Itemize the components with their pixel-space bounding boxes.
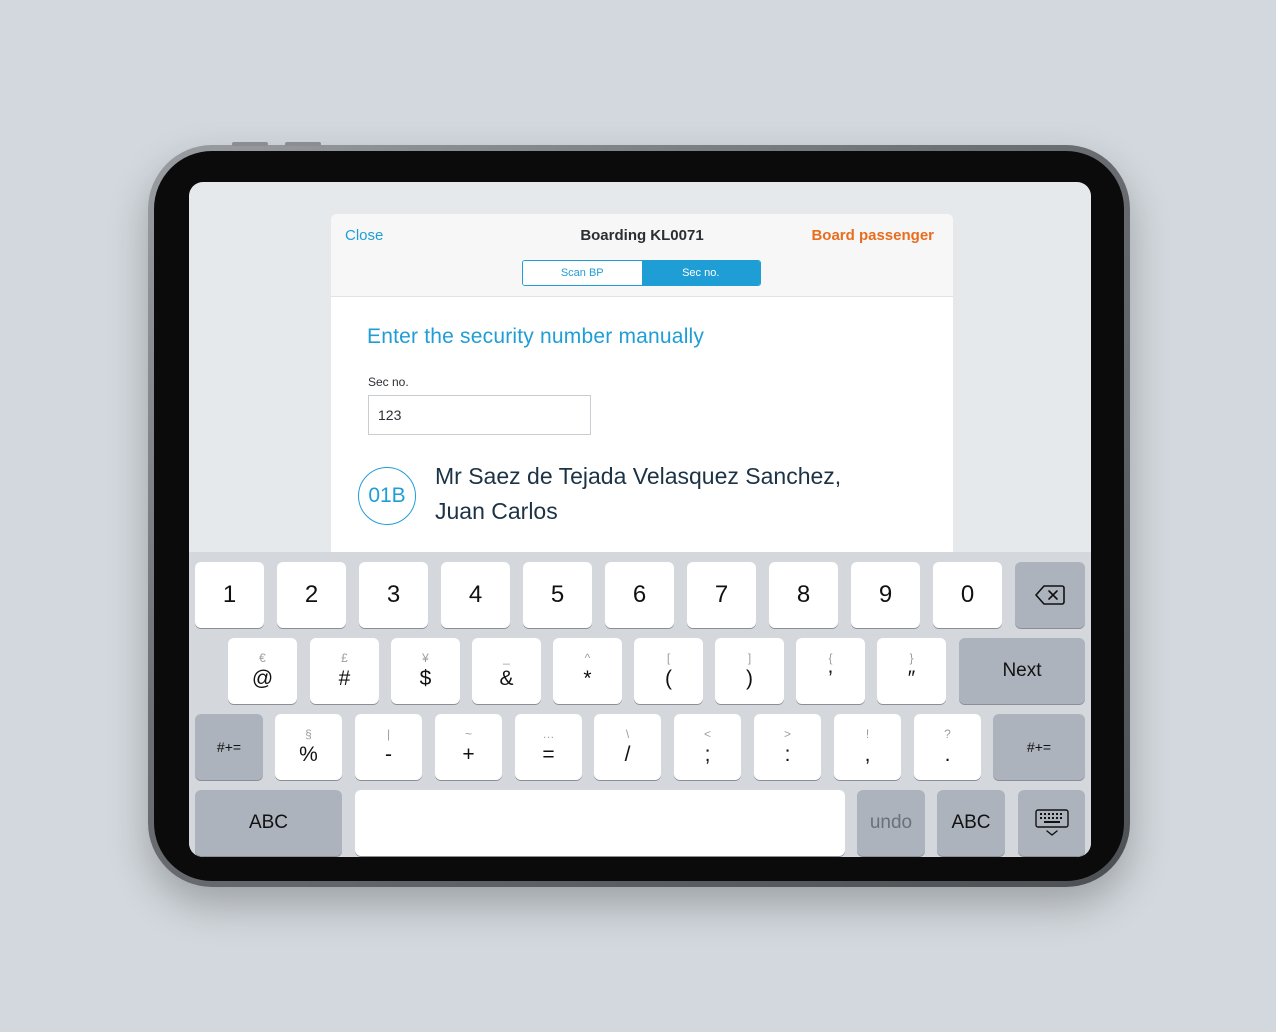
key-period[interactable]: ?. (914, 714, 981, 780)
backspace-icon (1035, 585, 1065, 605)
segment-sec-no[interactable]: Sec no. (641, 261, 760, 285)
abc-key-right[interactable]: ABC (937, 790, 1005, 856)
key-hash[interactable]: £ # (310, 638, 379, 704)
symbols-key-right[interactable]: #+= (993, 714, 1085, 780)
key-paren-open[interactable]: [( (634, 638, 703, 704)
key-double-quote[interactable]: } ″ (877, 638, 946, 704)
key-ampersand[interactable]: _ & (472, 638, 541, 704)
keyboard-dismiss-icon (1034, 809, 1069, 836)
input-mode-segmented-control: Scan BP Sec no. (522, 260, 761, 286)
key-comma[interactable]: !, (834, 714, 901, 780)
passenger-name-line1: Mr Saez de Tejada Velasquez Sanchez, (435, 463, 842, 489)
next-key[interactable]: Next (959, 638, 1085, 704)
dismiss-keyboard-key[interactable] (1018, 790, 1085, 856)
seat-badge: 01B (358, 467, 416, 525)
passenger-name-line2: Juan Carlos (435, 498, 558, 524)
key-0[interactable]: 0 (933, 562, 1002, 628)
board-passenger-button[interactable]: Board passenger (811, 227, 934, 244)
key-percent[interactable]: §% (275, 714, 342, 780)
key-colon[interactable]: >: (754, 714, 821, 780)
delete-key[interactable] (1015, 562, 1085, 628)
sec-no-input[interactable]: 123 (368, 395, 591, 435)
sec-no-input-value: 123 (378, 407, 402, 423)
key-apostrophe[interactable]: {’ (796, 638, 865, 704)
key-paren-close[interactable]: ]) (715, 638, 784, 704)
modal-header: Close Boarding KL0071 Board passenger Sc… (331, 214, 953, 297)
passenger-name: Mr Saez de Tejada Velasquez Sanchez, Jua… (435, 459, 905, 529)
key-at[interactable]: € @ (228, 638, 297, 704)
abc-key-left[interactable]: ABC (195, 790, 342, 856)
key-8[interactable]: 8 (769, 562, 838, 628)
key-equals[interactable]: … = (515, 714, 582, 780)
key-minus[interactable]: | - (355, 714, 422, 780)
key-5[interactable]: 5 (523, 562, 592, 628)
key-1[interactable]: 1 (195, 562, 264, 628)
key-7[interactable]: 7 (687, 562, 756, 628)
instruction-heading: Enter the security number manually (367, 325, 705, 348)
tablet-screen: Close Boarding KL0071 Board passenger Sc… (189, 182, 1091, 857)
key-semicolon[interactable]: <; (674, 714, 741, 780)
volume-button-down (285, 142, 321, 146)
on-screen-keyboard: 1 2 3 4 5 6 7 8 9 0 € @ £ # ¥ $ _ & ^ * [( ])… (189, 552, 1091, 857)
key-3[interactable]: 3 (359, 562, 428, 628)
key-9[interactable]: 9 (851, 562, 920, 628)
undo-key[interactable]: undo (857, 790, 925, 856)
key-2[interactable]: 2 (277, 562, 346, 628)
volume-button-up (232, 142, 268, 146)
symbols-key-left[interactable]: #+= (195, 714, 263, 780)
key-6[interactable]: 6 (605, 562, 674, 628)
key-slash[interactable]: \ / (594, 714, 661, 780)
key-dollar[interactable]: ¥ $ (391, 638, 460, 704)
key-plus[interactable]: ~ + (435, 714, 502, 780)
key-asterisk[interactable]: ^ * (553, 638, 622, 704)
key-4[interactable]: 4 (441, 562, 510, 628)
sec-no-label: Sec no. (368, 375, 409, 389)
space-bar[interactable] (355, 790, 845, 856)
segment-scan-bp[interactable]: Scan BP (523, 261, 642, 285)
